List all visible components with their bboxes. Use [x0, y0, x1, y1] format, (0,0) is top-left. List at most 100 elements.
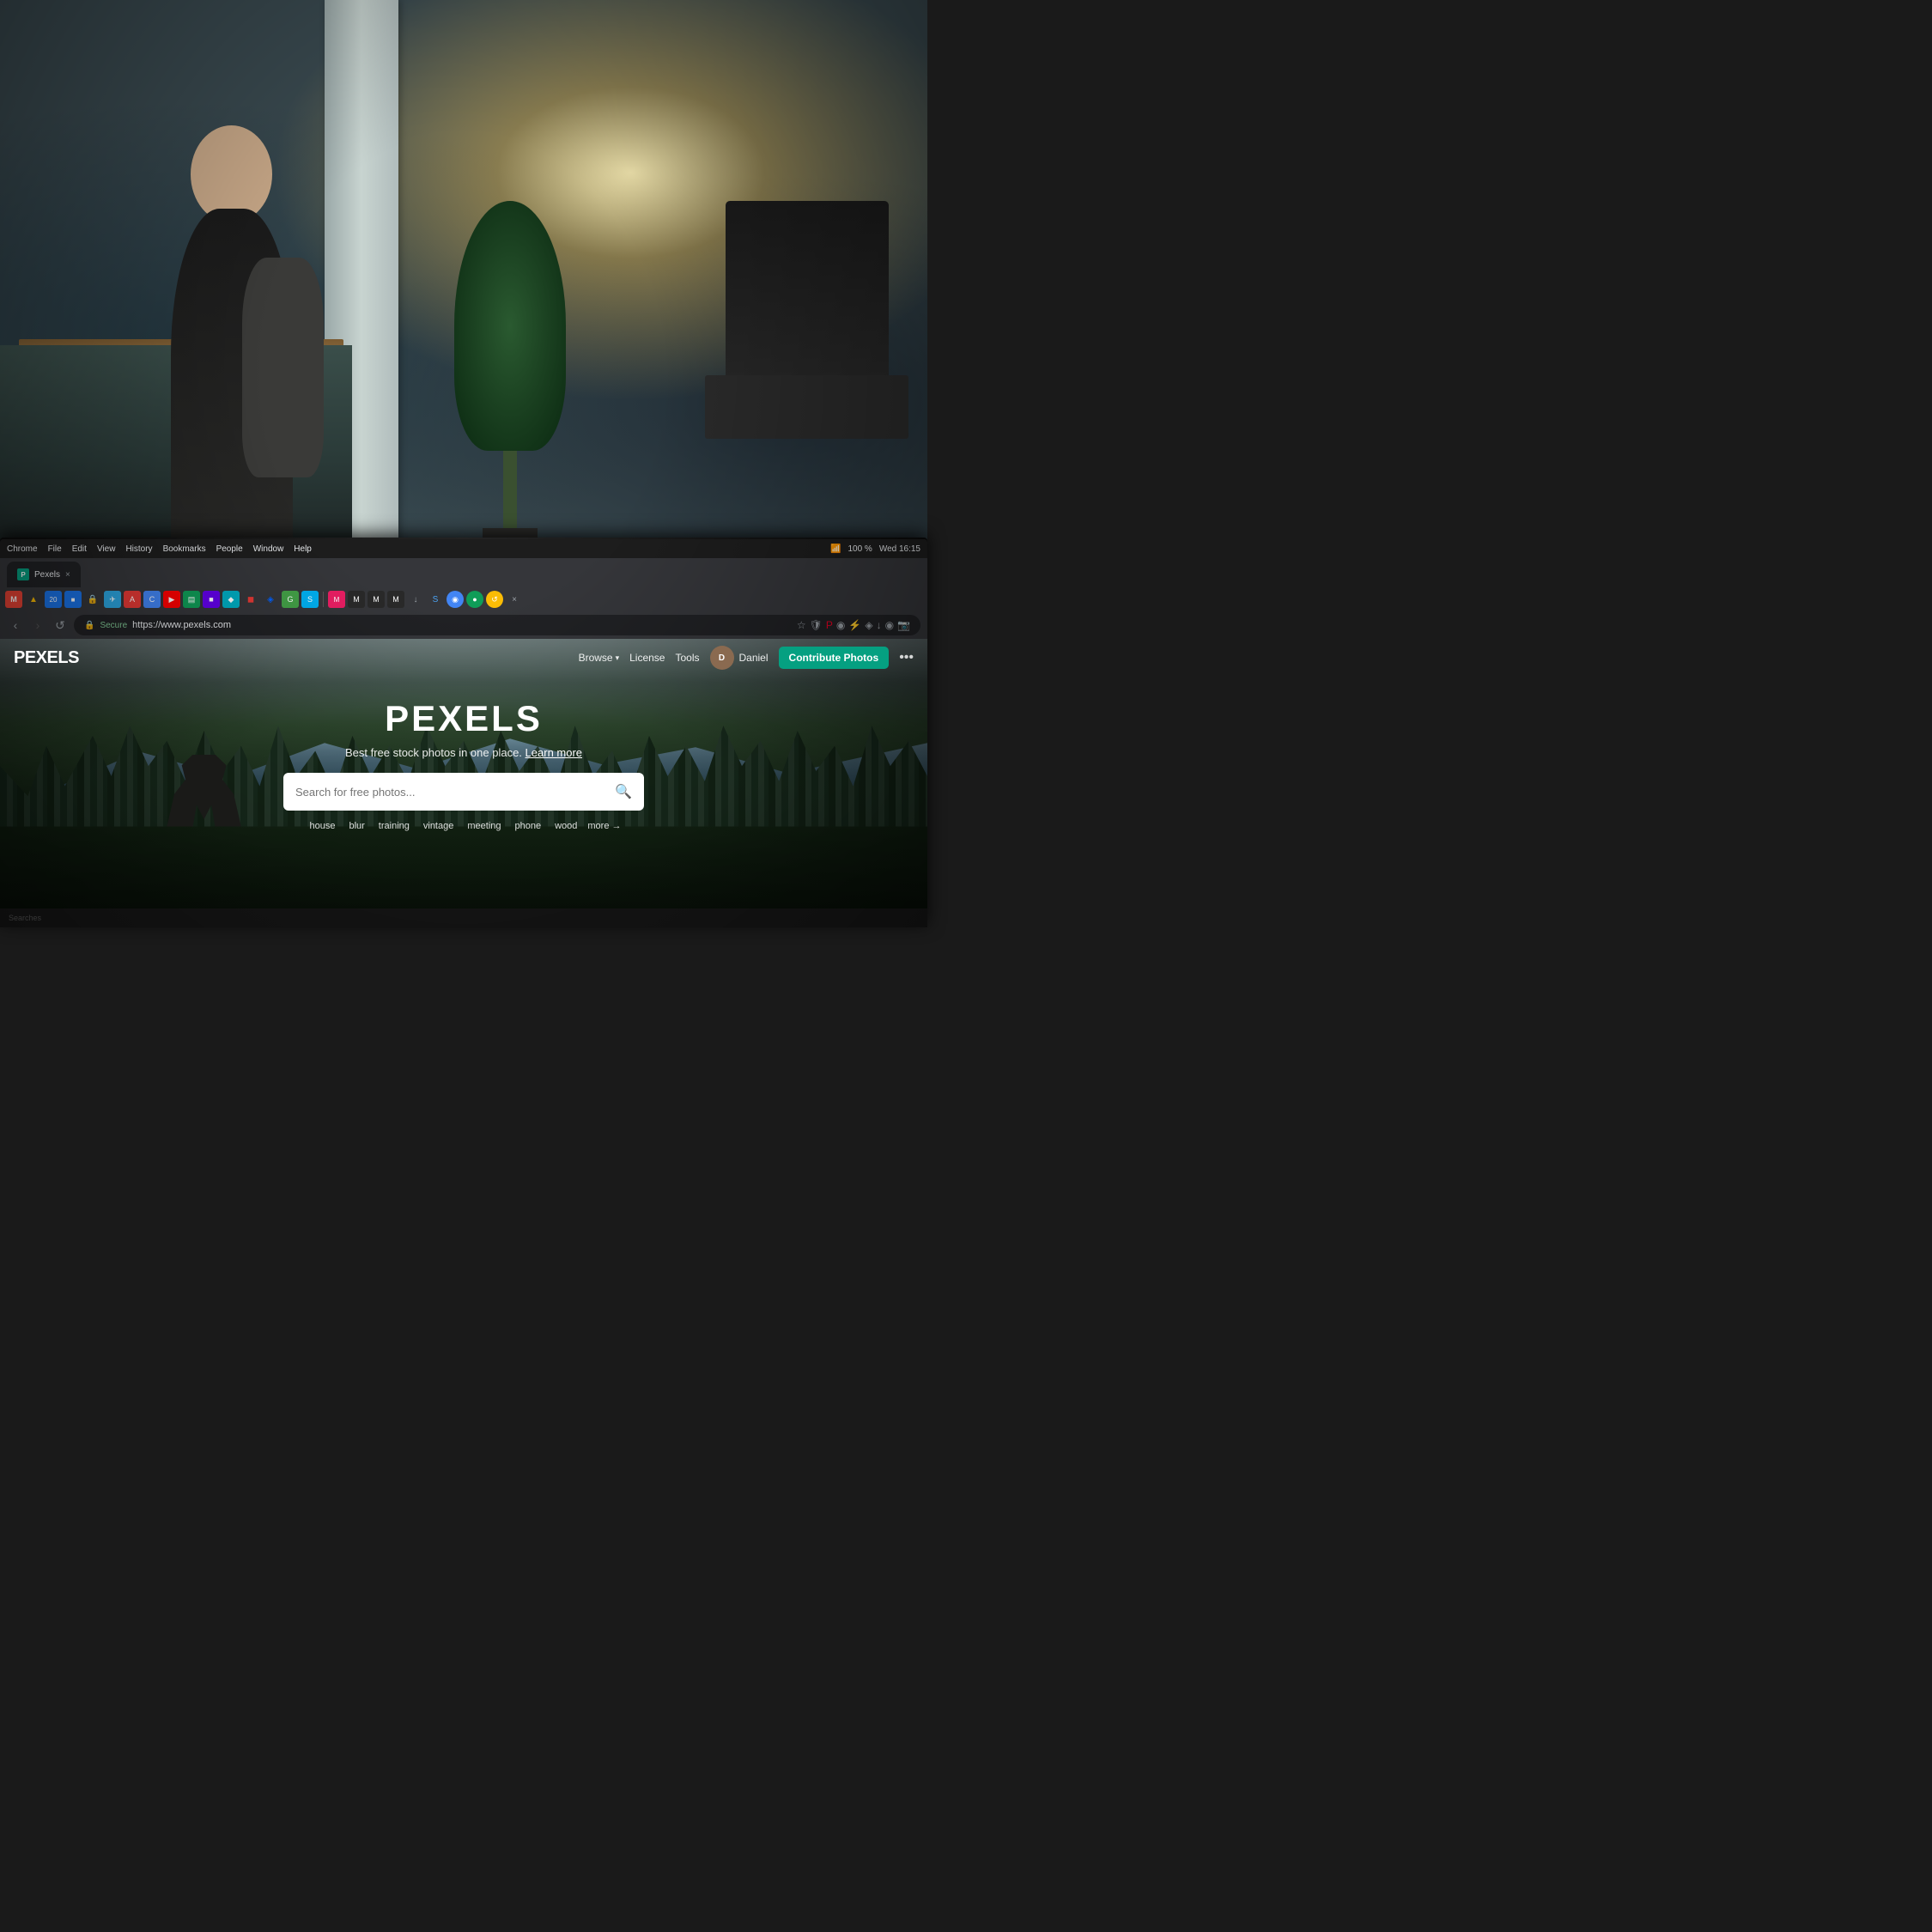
tag-phone[interactable]: phone: [512, 819, 545, 833]
tag-blur[interactable]: blur: [345, 819, 368, 833]
ext-ext1[interactable]: ■: [203, 591, 220, 608]
clock: Wed 16:15: [879, 544, 920, 554]
ext-save[interactable]: ↓: [407, 591, 424, 608]
learn-more-link[interactable]: Learn more: [526, 746, 582, 759]
ext-skype[interactable]: S: [301, 591, 319, 608]
pexels-website: PEXELS Browse License Tools D Daniel Con…: [0, 639, 927, 927]
menu-view[interactable]: View: [97, 544, 116, 554]
ext-chrome2[interactable]: ◉: [447, 591, 464, 608]
ext-medium2[interactable]: M: [368, 591, 385, 608]
ext-close-x[interactable]: ×: [506, 591, 523, 608]
pinterest-icon[interactable]: P: [826, 619, 833, 631]
ext-chrome1[interactable]: C: [143, 591, 161, 608]
ext-medium[interactable]: M: [348, 591, 365, 608]
tab-favicon: P: [17, 568, 29, 580]
ext-drive[interactable]: ▲: [25, 591, 42, 608]
system-menubar: Chrome File Edit View History Bookmarks …: [0, 539, 927, 558]
ext-refresh2[interactable]: ↺: [486, 591, 503, 608]
url-bar-row: ‹ › ↺ 🔒 Secure https://www.pexels.com ☆ …: [0, 611, 927, 639]
tag-wood[interactable]: wood: [551, 819, 580, 833]
ext-analytics[interactable]: M: [328, 591, 345, 608]
more-options-icon[interactable]: •••: [899, 650, 914, 665]
menu-help[interactable]: Help: [294, 544, 312, 554]
site-title: PEXELS: [385, 698, 543, 739]
ext-medium3[interactable]: M: [387, 591, 404, 608]
tag-training[interactable]: training: [375, 819, 413, 833]
secure-label: Secure: [100, 621, 127, 630]
ext-steemit[interactable]: S: [427, 591, 444, 608]
tag-chips: house blur training vintage meeting phon…: [306, 819, 621, 833]
tag-meeting[interactable]: meeting: [464, 819, 504, 833]
battery-display: 100 %: [848, 544, 872, 554]
forward-button[interactable]: ›: [29, 618, 46, 632]
extensions-bar: M ▲ 20 ■ 🔒 ✈ A C ▶ ▤ ■ ◆ ◼ ◈ G S M M M M…: [0, 587, 927, 611]
user-name-label: Daniel: [739, 652, 769, 664]
secure-icon: 🔒: [84, 621, 94, 630]
screen-bottom-bar: Searches: [0, 908, 927, 927]
ext-green[interactable]: ●: [466, 591, 483, 608]
url-action-icons: ☆ 🛡 P ◉ ⚡ ◈ ↓ ◉ 📷: [797, 619, 910, 631]
tag-vintage[interactable]: vintage: [420, 819, 457, 833]
menubar-right: 📶 100 % Wed 16:15: [830, 544, 920, 554]
tab-list: P Pexels ×: [7, 562, 920, 587]
ext-dropbox[interactable]: ◈: [262, 591, 279, 608]
pexels-navbar: PEXELS Browse License Tools D Daniel Con…: [0, 639, 927, 677]
ext-sheets[interactable]: ▤: [183, 591, 200, 608]
ext-url-1[interactable]: ◉: [836, 619, 845, 631]
menu-chrome[interactable]: Chrome: [7, 544, 38, 554]
nav-browse[interactable]: Browse: [579, 652, 620, 664]
ext-gmail[interactable]: M: [5, 591, 22, 608]
instagram-icon[interactable]: 📷: [897, 619, 910, 631]
menu-people[interactable]: People: [216, 544, 243, 554]
nav-license[interactable]: License: [629, 652, 665, 664]
back-button[interactable]: ‹: [7, 618, 24, 632]
close-tab-icon[interactable]: ×: [65, 570, 70, 580]
ext-url-4[interactable]: ↓: [877, 619, 882, 631]
user-section: D Daniel: [710, 646, 769, 670]
menu-window[interactable]: Window: [253, 544, 284, 554]
search-button[interactable]: 🔍: [615, 783, 632, 800]
ext-url-2[interactable]: ⚡: [848, 619, 861, 631]
person-silhouette: [130, 86, 334, 574]
bookmark-icon[interactable]: ☆: [797, 619, 806, 631]
ext-url-3[interactable]: ◈: [865, 619, 872, 631]
browser-tab-bar: P Pexels ×: [0, 558, 927, 587]
search-bar[interactable]: 🔍: [283, 773, 644, 811]
user-avatar[interactable]: D: [710, 646, 734, 670]
monitor-screen: Chrome File Edit View History Bookmarks …: [0, 538, 927, 927]
active-tab[interactable]: P Pexels ×: [7, 562, 81, 587]
ext-calendar2[interactable]: ■: [64, 591, 82, 608]
site-tagline: Best free stock photos in one place. Lea…: [345, 746, 582, 759]
ext-ext3[interactable]: ◼: [242, 591, 259, 608]
office-chair: [705, 201, 909, 517]
nav-tools[interactable]: Tools: [675, 652, 699, 664]
tag-house[interactable]: house: [306, 819, 338, 833]
ext-vpn[interactable]: 🔒: [84, 591, 101, 608]
contribute-photos-button[interactable]: Contribute Photos: [779, 647, 890, 669]
menu-bookmarks[interactable]: Bookmarks: [163, 544, 206, 554]
ext-ext4[interactable]: G: [282, 591, 299, 608]
wifi-icon: 📶: [830, 544, 841, 554]
menu-file[interactable]: File: [48, 544, 62, 554]
office-background: [0, 0, 927, 575]
ext-calendar1[interactable]: 20: [45, 591, 62, 608]
ext-youtube[interactable]: ▶: [163, 591, 180, 608]
refresh-button[interactable]: ↺: [52, 618, 69, 633]
hero-content: PEXELS Best free stock photos in one pla…: [0, 677, 927, 846]
menu-edit[interactable]: Edit: [72, 544, 87, 554]
tag-more[interactable]: more →: [587, 821, 621, 831]
url-input[interactable]: 🔒 Secure https://www.pexels.com ☆ 🛡 P ◉ …: [74, 615, 920, 635]
url-address: https://www.pexels.com: [132, 620, 231, 630]
ext-telegram[interactable]: ✈: [104, 591, 121, 608]
pexels-logo[interactable]: PEXELS: [14, 648, 79, 668]
chrome-browser: Chrome File Edit View History Bookmarks …: [0, 539, 927, 927]
ext-ext2[interactable]: ◆: [222, 591, 240, 608]
status-text: Searches: [9, 914, 41, 922]
ext-pdf[interactable]: A: [124, 591, 141, 608]
menu-history[interactable]: History: [125, 544, 152, 554]
search-input[interactable]: [295, 786, 606, 799]
extensions-divider: [323, 592, 324, 607]
ext-url-5[interactable]: ◉: [885, 619, 894, 631]
tab-label: Pexels: [34, 570, 60, 580]
shield-icon[interactable]: 🛡: [810, 619, 823, 631]
